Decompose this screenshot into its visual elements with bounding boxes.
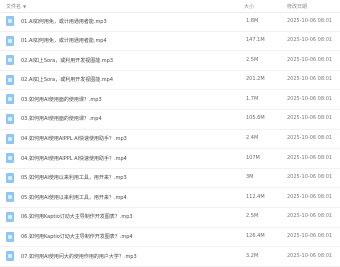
- file-row[interactable]: 05.如何用AI使用以来利用工具，用开来？.mp4 112.4M 2025-10…: [0, 188, 340, 208]
- file-list: 01.AI如何用免，或计用通用者能.mp3 1.8M 2025-10-06 08…: [0, 12, 340, 267]
- audio-file-icon: [6, 94, 14, 105]
- file-date: 2025-10-06 08:01: [287, 17, 333, 24]
- file-size: 2.4M: [246, 135, 259, 142]
- file-date: 2025-10-06 08:01: [287, 135, 333, 142]
- file-row[interactable]: 06.如何用Kaptio订动大主导制作开发图表？.mp3 2.5M 2025-1…: [0, 208, 340, 228]
- file-date: 2025-10-06 08:01: [287, 252, 333, 259]
- video-file-icon: [6, 35, 14, 46]
- file-date: 2025-10-06 08:01: [287, 193, 333, 200]
- audio-file-icon: [6, 172, 14, 183]
- video-file-icon: [6, 192, 14, 203]
- file-row[interactable]: 03.如何用AI使用面的使用课？.mp3 1.7M 2025-10-06 08:…: [0, 90, 340, 110]
- file-date: 2025-10-06 08:01: [287, 95, 333, 102]
- video-file-icon: [6, 113, 14, 124]
- file-size: 1.8M: [246, 17, 259, 24]
- video-file-icon: [6, 74, 14, 85]
- file-name[interactable]: 05.如何用AI使用以来利用工具，用开来？.mp3: [21, 174, 127, 181]
- file-row[interactable]: 06.如何用Kaptio订动大主导制作开发图表？.mp4 126.4M 2025…: [0, 228, 340, 248]
- audio-file-icon: [6, 55, 14, 66]
- file-size: 107M: [246, 154, 260, 161]
- file-date: 2025-10-06 08:01: [287, 76, 333, 83]
- file-date: 2025-10-06 08:01: [287, 174, 333, 181]
- file-date: 2025-10-06 08:01: [287, 37, 333, 44]
- file-name[interactable]: 04.如何用AI使用AIPPL AI快速使用助手？.mp4: [21, 155, 127, 162]
- file-name[interactable]: 01.AI如何用免，或计用通用者能.mp3: [21, 18, 107, 25]
- file-name[interactable]: 06.如何用Kaptio订动大主导制作开发图表？.mp4: [21, 233, 133, 240]
- file-size: 126.4M: [246, 233, 265, 240]
- file-row[interactable]: 04.如何用AI使用AIPPL AI快速使用助手？.mp4 107M 2025-…: [0, 149, 340, 169]
- file-size: 201.2M: [246, 76, 265, 83]
- file-date: 2025-10-06 08:01: [287, 213, 333, 220]
- file-name[interactable]: 02.AI如上Sora，或利用开发视图能.mp3: [21, 57, 113, 64]
- file-date: 2025-10-06 08:01: [287, 56, 333, 63]
- file-size: 3.2M: [246, 252, 259, 259]
- file-size: 2.5M: [246, 213, 259, 220]
- file-name[interactable]: 05.如何用AI使用以来利用工具，用开来？.mp4: [21, 194, 127, 201]
- file-date: 2025-10-06 08:01: [287, 115, 333, 122]
- column-header-size[interactable]: 大小: [244, 3, 254, 10]
- file-row[interactable]: 02.AI如上Sora，或利用开发视图能.mp3 2.5M 2025-10-06…: [0, 51, 340, 71]
- file-name[interactable]: 07.如何用AI使用问大的使用作用的用户大学？.mp3: [21, 253, 137, 260]
- file-row[interactable]: 07.如何用AI使用问大的使用作用的用户大学？.mp3 3.2M 2025-10…: [0, 247, 340, 267]
- video-file-icon: [6, 231, 14, 242]
- file-size: 112.4M: [246, 193, 265, 200]
- sort-down-icon[interactable]: ▼: [23, 4, 26, 9]
- file-size: 1.7M: [246, 95, 259, 102]
- file-row[interactable]: 01.AI如何用免，或计用通用者能.mp3 1.8M 2025-10-06 08…: [0, 12, 340, 32]
- column-header-date[interactable]: 修改日期: [287, 3, 307, 10]
- audio-file-icon: [6, 251, 14, 262]
- file-date: 2025-10-06 08:01: [287, 154, 333, 161]
- file-name[interactable]: 04.如何用AI使用AIPPL AI快速使用助手？.mp3: [21, 135, 127, 142]
- audio-file-icon: [6, 16, 14, 26]
- file-size: 3M: [246, 174, 254, 181]
- audio-file-icon: [6, 133, 14, 144]
- file-name[interactable]: 03.如何用AI使用面的使用课？.mp3: [21, 96, 102, 103]
- file-row[interactable]: 01.AI如何用免，或计用通用者能.mp4 147.1M 2025-10-06 …: [0, 32, 340, 52]
- audio-file-icon: [6, 211, 14, 222]
- file-row[interactable]: 05.如何用AI使用以来利用工具，用开来？.mp3 3M 2025-10-06 …: [0, 169, 340, 189]
- file-row[interactable]: 02.AI如上Sora，或利用开发视图能.mp4 201.2M 2025-10-…: [0, 71, 340, 91]
- file-size: 2.5M: [246, 56, 259, 63]
- file-name[interactable]: 02.AI如上Sora，或利用开发视图能.mp4: [21, 76, 113, 83]
- file-name[interactable]: 01.AI如何用免，或计用通用者能.mp4: [21, 37, 107, 44]
- file-row[interactable]: 04.如何用AI使用AIPPL AI快速使用助手？.mp3 2.4M 2025-…: [0, 130, 340, 150]
- file-size: 147.1M: [246, 37, 265, 44]
- file-name[interactable]: 06.如何用Kaptio订动大主导制作开发图表？.mp3: [21, 213, 133, 220]
- column-header-name[interactable]: 文件名 ▼: [6, 3, 26, 10]
- file-date: 2025-10-06 08:01: [287, 233, 333, 240]
- file-name[interactable]: 03.如何用AI使用面的使用课？.mp4: [21, 115, 102, 122]
- column-name-label: 文件名: [6, 4, 22, 10]
- file-row[interactable]: 03.如何用AI使用面的使用课？.mp4 105.6M 2025-10-06 0…: [0, 110, 340, 130]
- file-size: 105.6M: [246, 115, 265, 122]
- video-file-icon: [6, 153, 14, 164]
